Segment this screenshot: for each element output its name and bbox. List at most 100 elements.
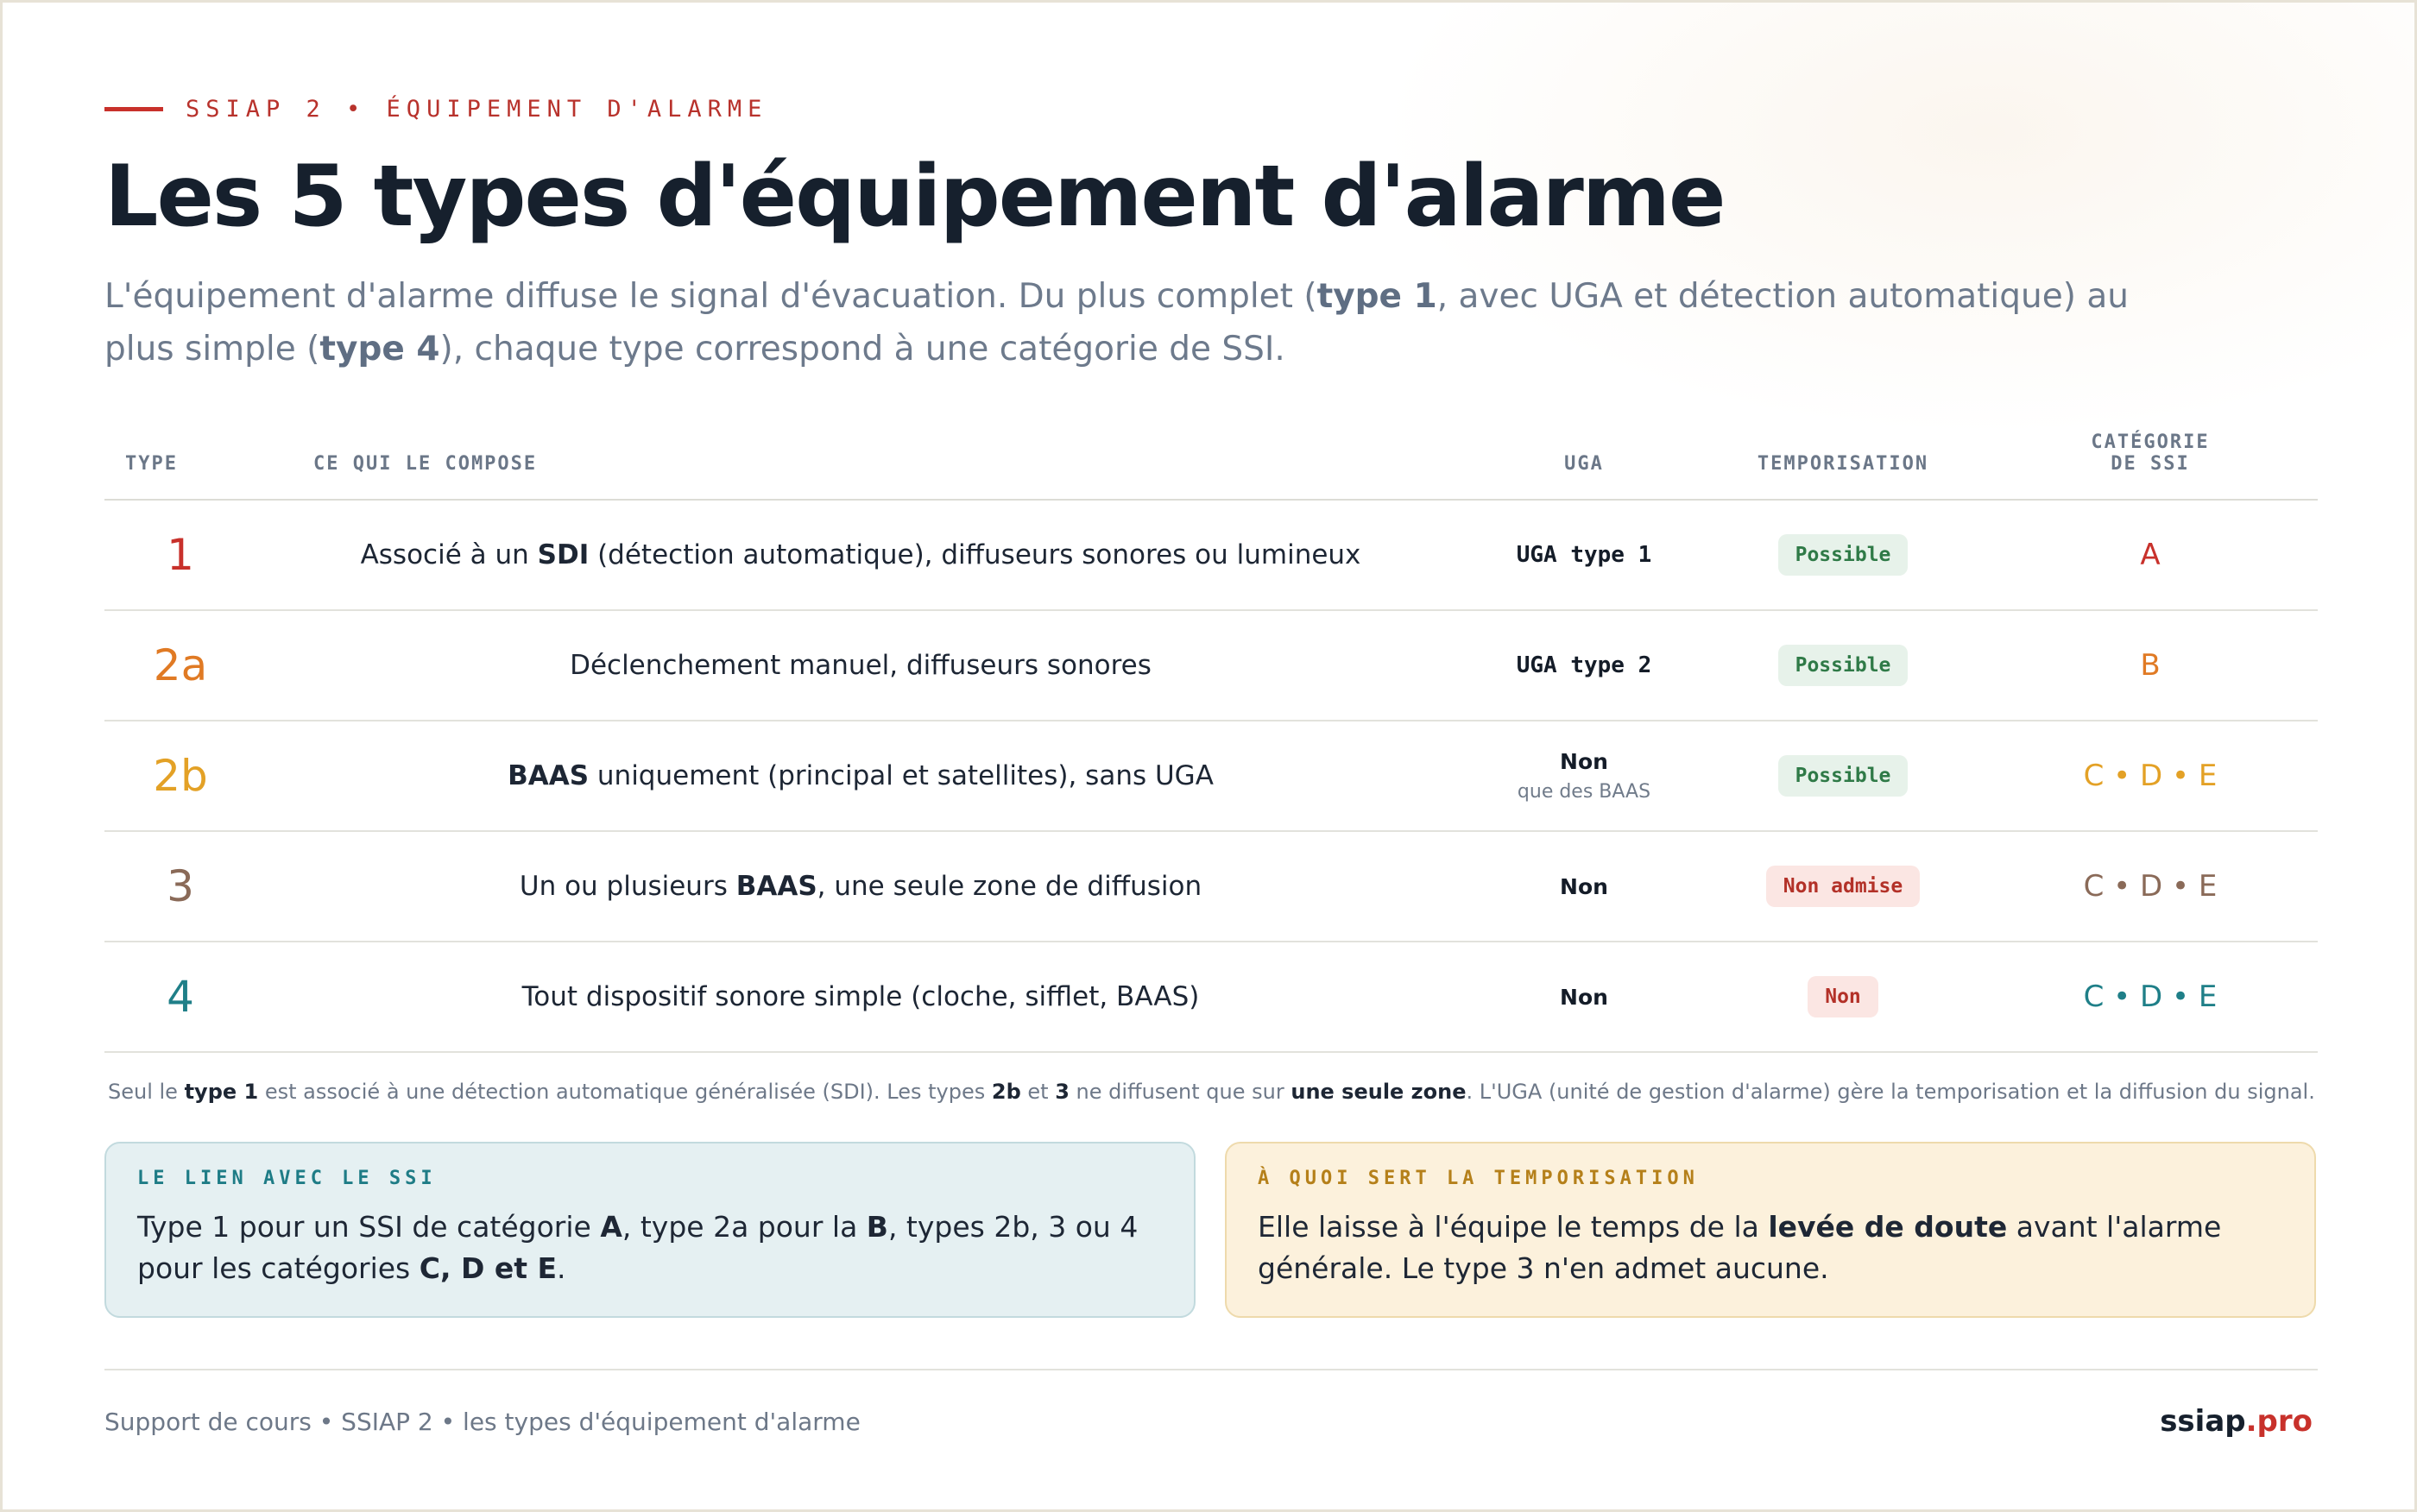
header-categorie: CATÉGORIE DE SSI — [1983, 406, 2318, 501]
card-tempo-bold-1: levée de doute — [1768, 1210, 2008, 1244]
card-tempo-heading: À QUOI SERT LA TEMPORISATION — [1258, 1168, 1699, 1189]
composition-text: Associé à un SDI (détection automatique)… — [361, 539, 1361, 570]
alarm-types-table: TYPE CE QUI LE COMPOSE UGA TEMPORISATION… — [104, 406, 2318, 1053]
type-number: 2b — [153, 751, 208, 801]
card-ssi-text-1: Type 1 pour un SSI de catégorie — [137, 1210, 601, 1244]
card-temporisation: À QUOI SERT LA TEMPORISATION Elle laisse… — [1225, 1142, 2316, 1318]
uga-value: UGA type 2 — [1516, 652, 1652, 678]
card-ssi-text-4: . — [557, 1251, 566, 1285]
header-categorie-line2: DE SSI — [2111, 453, 2190, 475]
composition-part-a: Déclenchement manuel, diffuseurs sonores — [570, 650, 1152, 681]
card-ssi-bold-2: B — [866, 1210, 888, 1244]
eyebrow: SSIAP 2 • ÉQUIPEMENT D'ALARME — [104, 96, 767, 123]
composition-part-c: , une seule zone de diffusion — [817, 871, 1202, 902]
uga-cell: Non que des BAAS — [1465, 721, 1703, 832]
header-categorie-line1: CATÉGORIE — [2091, 432, 2210, 453]
header-temporisation: TEMPORISATION — [1703, 406, 1983, 501]
categorie-cell: B — [1983, 610, 2318, 721]
temporisation-cell: Possible — [1703, 500, 1983, 611]
uga-value: Non — [1560, 873, 1608, 899]
composition-cell: BAAS uniquement (principal et satellites… — [256, 721, 1465, 832]
table-body: 1 Associé à un SDI (détection automatique… — [104, 500, 2318, 1053]
type-cell: 4 — [104, 942, 256, 1053]
categorie-value: C • D • E — [2083, 980, 2218, 1014]
categorie-cell: A — [1983, 500, 2318, 611]
composition-text: Tout dispositif sonore simple (cloche, s… — [522, 981, 1200, 1012]
composition-part-c: (détection automatique), diffuseurs sono… — [589, 539, 1361, 570]
card-ssi-text-2: , type 2a pour la — [622, 1210, 867, 1244]
temporisation-badge: Non — [1808, 976, 1878, 1017]
subtitle-bold-2: type 4 — [319, 330, 440, 369]
composition-bold: SDI — [537, 539, 590, 570]
uga-cell: Non — [1465, 942, 1703, 1053]
table-row: 2b BAAS uniquement (principal et satellit… — [104, 721, 2318, 832]
type-number: 2a — [153, 640, 208, 690]
card-tempo-body: Elle laisse à l'équipe le temps de la le… — [1258, 1206, 2283, 1289]
uga-value: UGA type 1 — [1516, 542, 1652, 568]
uga-cell: UGA type 1 — [1465, 500, 1703, 611]
composition-text: BAAS uniquement (principal et satellites… — [508, 760, 1214, 791]
header-composition: CE QUI LE COMPOSE — [256, 406, 1465, 501]
table-footnote: Seul le type 1 est associé à une détecti… — [108, 1080, 2318, 1104]
composition-cell: Tout dispositif sonore simple (cloche, s… — [256, 942, 1465, 1053]
brand-link[interactable]: ssiap.pro — [2160, 1404, 2313, 1439]
subtitle-text-1: L'équipement d'alarme diffuse le signal … — [104, 277, 1317, 316]
categorie-value: C • D • E — [2083, 869, 2218, 904]
table-row: 2a Déclenchement manuel, diffuseurs sonor… — [104, 610, 2318, 721]
card-ssi-bold-1: A — [600, 1210, 622, 1244]
composition-part-c: uniquement (principal et satellites), sa… — [589, 760, 1214, 791]
card-tempo-text-1: Elle laisse à l'équipe le temps de la — [1258, 1210, 1769, 1244]
note-text-3: et — [1020, 1080, 1056, 1104]
temporisation-cell: Non — [1703, 942, 1983, 1053]
note-text-5: . L'UGA (unité de gestion d'alarme) gère… — [1466, 1080, 2315, 1104]
temporisation-cell: Non admise — [1703, 831, 1983, 942]
page-frame: SSIAP 2 • ÉQUIPEMENT D'ALARME Les 5 type… — [0, 0, 2417, 1512]
temporisation-badge: Possible — [1777, 534, 1909, 576]
uga-cell: UGA type 2 — [1465, 610, 1703, 721]
categorie-value: C • D • E — [2083, 759, 2218, 793]
brand-name: ssiap — [2160, 1404, 2246, 1439]
card-ssi-heading: LE LIEN AVEC LE SSI — [137, 1168, 437, 1189]
type-cell: 1 — [104, 500, 256, 611]
uga-value: Non — [1560, 749, 1608, 774]
composition-part-a: Un ou plusieurs — [519, 871, 736, 902]
categorie-cell: C • D • E — [1983, 942, 2318, 1053]
categorie-value: B — [2140, 648, 2161, 683]
eyebrow-accent-bar — [104, 107, 163, 111]
table-row: 1 Associé à un SDI (détection automatique… — [104, 500, 2318, 611]
composition-part-a: Associé à un — [360, 539, 538, 570]
eyebrow-label: SSIAP 2 • ÉQUIPEMENT D'ALARME — [186, 96, 768, 123]
subtitle-bold-1: type 1 — [1316, 277, 1437, 316]
note-bold-4: une seule zone — [1291, 1080, 1467, 1104]
type-number: 1 — [167, 530, 194, 580]
composition-part-a: Tout dispositif sonore simple (cloche, s… — [521, 981, 1200, 1012]
composition-cell: Associé à un SDI (détection automatique)… — [256, 500, 1465, 611]
composition-text: Déclenchement manuel, diffuseurs sonores — [570, 650, 1152, 681]
temporisation-cell: Possible — [1703, 721, 1983, 832]
categorie-value: A — [2140, 538, 2161, 572]
composition-cell: Déclenchement manuel, diffuseurs sonores — [256, 610, 1465, 721]
composition-text: Un ou plusieurs BAAS, une seule zone de … — [520, 871, 1202, 902]
composition-cell: Un ou plusieurs BAAS, une seule zone de … — [256, 831, 1465, 942]
card-ssi-bold-3: C, D et E — [419, 1251, 558, 1285]
footer-caption: Support de cours • SSIAP 2 • les types d… — [104, 1408, 861, 1436]
header-uga: UGA — [1465, 406, 1703, 501]
table-row: 3 Un ou plusieurs BAAS, une seule zone de… — [104, 831, 2318, 942]
temporisation-badge: Non admise — [1765, 866, 1921, 907]
composition-bold: BAAS — [508, 760, 590, 791]
type-number: 3 — [167, 861, 194, 911]
card-ssi-body: Type 1 pour un SSI de catégorie A, type … — [137, 1206, 1163, 1289]
categorie-cell: C • D • E — [1983, 831, 2318, 942]
note-text-1: Seul le — [108, 1080, 185, 1104]
subtitle-text-3: ), chaque type correspond à une catégori… — [439, 330, 1285, 369]
uga-cell: Non — [1465, 831, 1703, 942]
note-bold-3: 3 — [1055, 1080, 1070, 1104]
composition-bold: BAAS — [735, 871, 817, 902]
page-subtitle: L'équipement d'alarme diffuse le signal … — [104, 270, 2159, 375]
header-type: TYPE — [104, 406, 256, 501]
type-cell: 3 — [104, 831, 256, 942]
table-header-row: TYPE CE QUI LE COMPOSE UGA TEMPORISATION… — [104, 406, 2318, 501]
card-ssi-link: LE LIEN AVEC LE SSI Type 1 pour un SSI d… — [104, 1142, 1196, 1318]
temporisation-badge: Possible — [1777, 755, 1909, 797]
categorie-cell: C • D • E — [1983, 721, 2318, 832]
